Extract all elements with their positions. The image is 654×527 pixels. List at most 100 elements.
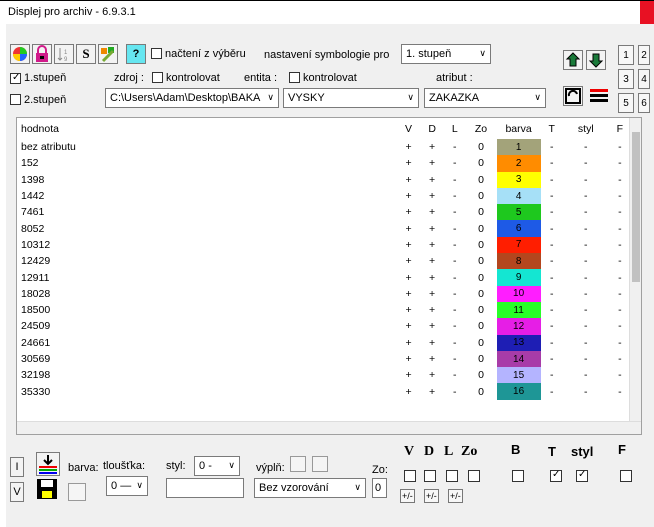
cell-hodnota[interactable]: 18028 <box>17 286 397 302</box>
cell-d[interactable]: + <box>420 351 444 367</box>
palette-icon[interactable] <box>98 44 118 64</box>
cell-v[interactable]: + <box>397 318 420 334</box>
cell-hodnota[interactable]: 8052 <box>17 220 397 236</box>
color-swatch-box[interactable] <box>68 483 86 501</box>
close-button[interactable] <box>640 1 654 25</box>
table-row[interactable]: 1442 + + -0 4- - - <box>17 187 631 205</box>
zdroj-check-icon[interactable] <box>152 72 163 83</box>
cell-styl[interactable]: - <box>563 302 609 318</box>
cell-styl[interactable]: - <box>563 220 609 236</box>
cell-t[interactable]: - <box>541 237 563 253</box>
v-button[interactable]: V <box>10 482 24 502</box>
cell-zo[interactable]: 0 <box>465 188 496 204</box>
cell-barva[interactable]: 15 <box>496 367 541 384</box>
header-styl[interactable]: styl <box>563 118 609 139</box>
cell-t[interactable]: - <box>541 302 563 318</box>
cell-f[interactable]: - <box>609 318 631 334</box>
scroll-thumb[interactable] <box>632 132 640 282</box>
cell-f[interactable]: - <box>609 335 631 351</box>
cell-f[interactable]: - <box>609 220 631 236</box>
table-row[interactable]: 7461 + + -0 5- - - <box>17 204 631 221</box>
vypln-box-1[interactable] <box>290 456 306 472</box>
cell-barva[interactable]: 6 <box>496 220 541 237</box>
cell-v[interactable]: + <box>397 269 420 285</box>
cell-l[interactable]: - <box>444 351 465 367</box>
cell-barva[interactable]: 1 <box>496 139 541 156</box>
cell-zo[interactable]: 0 <box>465 139 496 155</box>
cell-v[interactable]: + <box>397 367 420 383</box>
path-select[interactable]: C:\Users\Adam\Desktop\BAKA ∨ <box>105 88 279 108</box>
cell-l[interactable]: - <box>444 335 465 351</box>
cell-l[interactable]: - <box>444 237 465 253</box>
cell-f[interactable]: - <box>609 269 631 285</box>
cell-l[interactable]: - <box>444 204 465 220</box>
num-button-1[interactable]: 1 <box>618 45 634 65</box>
cell-d[interactable]: + <box>420 204 444 220</box>
cell-t[interactable]: - <box>541 155 563 171</box>
cell-hodnota[interactable]: 152 <box>17 155 397 171</box>
cell-zo[interactable]: 0 <box>465 253 496 269</box>
cell-f[interactable]: - <box>609 253 631 269</box>
cell-l[interactable]: - <box>444 269 465 285</box>
zdroj-kontrolovat-checkbox[interactable]: kontrolovat <box>152 72 220 84</box>
cell-l[interactable]: - <box>444 220 465 236</box>
table-row[interactable]: 12429 + + -0 8- - - <box>17 253 631 270</box>
color-wheel-icon[interactable] <box>10 44 30 64</box>
zo-checkbox[interactable] <box>468 470 480 482</box>
cell-styl[interactable]: - <box>563 139 609 155</box>
cell-t[interactable]: - <box>541 188 563 204</box>
cell-t[interactable]: - <box>541 204 563 220</box>
stupen2-check-icon[interactable] <box>10 94 21 105</box>
cell-d[interactable]: + <box>420 220 444 236</box>
header-t[interactable]: T <box>541 118 563 139</box>
header-f[interactable]: F <box>609 118 631 139</box>
cell-t[interactable]: - <box>541 367 563 383</box>
table-row[interactable]: 8052 + + -0 6- - - <box>17 220 631 237</box>
entita-select[interactable]: VYSKY ∨ <box>283 88 419 108</box>
cell-d[interactable]: + <box>420 188 444 204</box>
cell-styl[interactable]: - <box>563 367 609 383</box>
d-plusminus-button[interactable]: +/- <box>424 489 439 503</box>
refresh-icon[interactable] <box>563 86 583 106</box>
styl-checkbox[interactable] <box>576 469 588 482</box>
v-checkbox[interactable] <box>404 470 416 482</box>
entita-check-icon[interactable] <box>289 72 300 83</box>
cell-l[interactable]: - <box>444 318 465 334</box>
zo-input[interactable]: 0 <box>372 478 387 498</box>
entita-kontrolovat-checkbox[interactable]: kontrolovat <box>289 72 357 84</box>
cell-f[interactable]: - <box>609 139 631 155</box>
cell-l[interactable]: - <box>444 172 465 188</box>
cell-v[interactable]: + <box>397 220 420 236</box>
cell-d[interactable]: + <box>420 139 444 155</box>
cell-hodnota[interactable]: 18500 <box>17 302 397 318</box>
l-plusminus-button[interactable]: +/- <box>448 489 463 503</box>
v-plusminus-button[interactable]: +/- <box>400 489 415 503</box>
num-button-6[interactable]: 6 <box>638 93 650 113</box>
table-row[interactable]: 35330 + + -0 16- - - <box>17 383 631 400</box>
cell-styl[interactable]: - <box>563 237 609 253</box>
cell-t[interactable]: - <box>541 172 563 188</box>
cell-hodnota[interactable]: 30569 <box>17 351 397 367</box>
cell-l[interactable]: - <box>444 302 465 318</box>
cell-v[interactable]: + <box>397 351 420 367</box>
header-hodnota[interactable]: hodnota <box>17 118 397 139</box>
cell-hodnota[interactable]: 24509 <box>17 318 397 334</box>
t-checkbox[interactable] <box>550 469 562 482</box>
cell-styl[interactable]: - <box>563 188 609 204</box>
line-styles-icon[interactable] <box>590 87 608 105</box>
save-icon[interactable] <box>36 478 60 502</box>
cell-d[interactable]: + <box>420 318 444 334</box>
cell-t[interactable]: - <box>541 383 563 399</box>
cell-hodnota[interactable]: 1442 <box>17 188 397 204</box>
cell-l[interactable]: - <box>444 139 465 155</box>
cell-t[interactable]: - <box>541 269 563 285</box>
cell-zo[interactable]: 0 <box>465 204 496 220</box>
num-button-5[interactable]: 5 <box>618 93 634 113</box>
cell-zo[interactable]: 0 <box>465 237 496 253</box>
cell-hodnota[interactable]: 12911 <box>17 269 397 285</box>
num-button-2[interactable]: 2 <box>638 45 650 65</box>
cell-v[interactable]: + <box>397 237 420 253</box>
cell-barva[interactable]: 11 <box>496 301 541 319</box>
table-row[interactable]: 24661 + + -0 13- - - <box>17 334 631 351</box>
cell-barva[interactable]: 14 <box>496 350 541 368</box>
